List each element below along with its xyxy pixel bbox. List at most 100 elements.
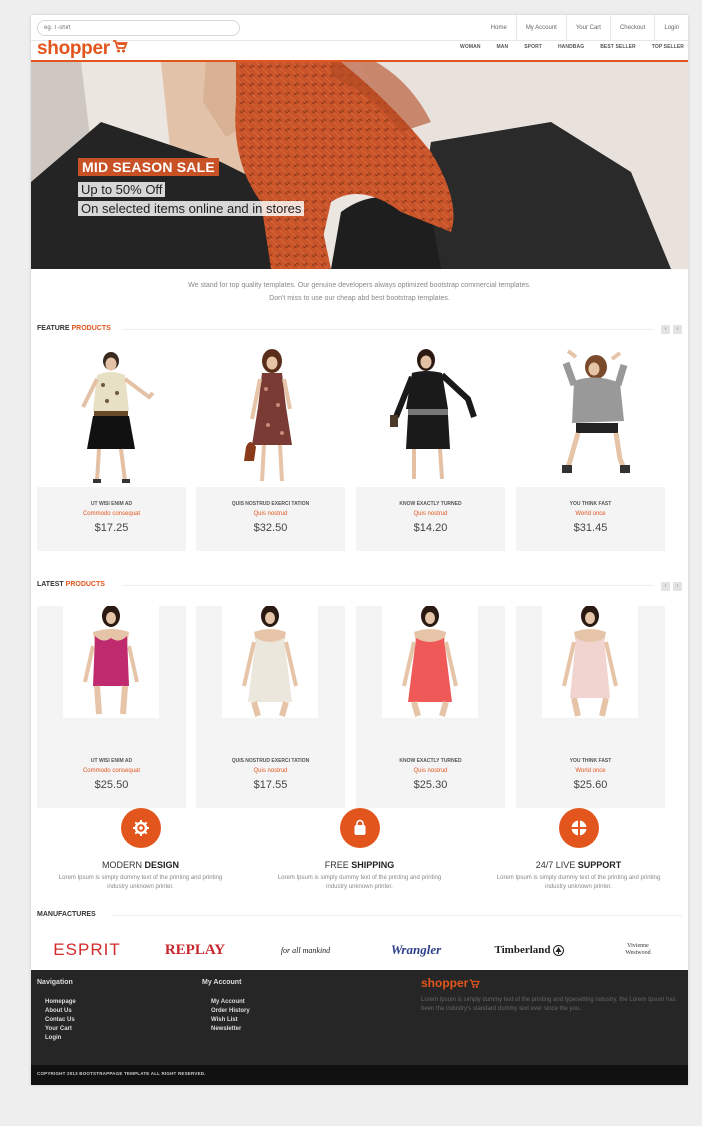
product-card[interactable]: QUIS NOSTRUD EXERCI TATION Quis nostrud … — [196, 349, 345, 551]
featured-next-button[interactable]: › — [673, 325, 682, 334]
footer-account-list: My Account Order History Wish List Newsl… — [211, 998, 250, 1034]
product-subtitle: World once — [575, 768, 606, 774]
product-subtitle: Commodo consequat — [82, 511, 141, 517]
product-image — [356, 606, 505, 744]
product-info: QUIS NOSTRUD EXERCI TATION Quis nostrud … — [196, 487, 345, 551]
feature-free-shipping: FREE SHIPPING Lorem Ipsum is simply dumm… — [250, 808, 469, 892]
bag-icon — [354, 819, 365, 835]
main-nav: WOMAN MAN SPORT HANDBAG BEST SELLER TOP … — [444, 44, 684, 50]
footer-link-contact-us[interactable]: Contac Us — [45, 1016, 76, 1025]
product-image — [196, 606, 345, 744]
product-name[interactable]: UT WISI ENIM AD — [37, 758, 186, 764]
feature-title: FREE SHIPPING — [250, 860, 469, 870]
footer-link-login[interactable]: Login — [45, 1034, 76, 1043]
footer-link-homepage[interactable]: Homepage — [45, 998, 76, 1007]
product-subtitle: Quis nostrud — [413, 511, 448, 517]
footer-account-title: My Account — [202, 979, 242, 986]
top-bar: Home My Account Your Cart Checkout Login — [31, 15, 688, 41]
top-link-my-account[interactable]: My Account — [515, 15, 566, 41]
feature-title-bold: DESIGN — [144, 860, 180, 870]
manufactures-title: MANUFACTURES — [37, 911, 96, 918]
latest-section-title: LATEST PRODUCTS — [37, 581, 105, 588]
feature-title-bold: SHIPPING — [351, 860, 395, 870]
featured-prev-button[interactable]: ‹ — [661, 325, 670, 334]
product-price: $32.50 — [253, 522, 288, 534]
tagline: We stand for top quality templates. Our … — [31, 279, 688, 305]
nav-best-seller[interactable]: BEST SELLER — [600, 44, 636, 50]
product-name[interactable]: KNOW EXACTLY TURNED — [356, 758, 505, 764]
feature-title-plain: 24/7 LIVE — [535, 860, 576, 870]
product-name[interactable]: QUIS NOSTRUD EXERCI TATION — [196, 501, 345, 507]
product-name[interactable]: YOU THINK FAST — [516, 758, 665, 764]
page: Home My Account Your Cart Checkout Login… — [31, 15, 688, 1085]
latest-arrows: ‹ › — [658, 582, 682, 591]
product-image — [356, 349, 505, 487]
nav-handbag[interactable]: HANDBAG — [558, 44, 584, 50]
product-subtitle: Commodo consequat — [82, 768, 141, 774]
latest-prev-button[interactable]: ‹ — [661, 582, 670, 591]
feature-title: MODERN DESIGN — [31, 860, 250, 870]
footer-logo-text: shopper — [421, 976, 469, 990]
product-card[interactable]: UT WISI ENIM AD Commodo consequat $17.25 — [37, 349, 186, 551]
nav-man[interactable]: MAN — [497, 44, 509, 50]
featured-grid: UT WISI ENIM AD Commodo consequat $17.25… — [37, 349, 682, 551]
nav-woman[interactable]: WOMAN — [460, 44, 481, 50]
feature-title-plain: FREE — [324, 860, 349, 870]
footer-link-your-cart[interactable]: Your Cart — [45, 1025, 76, 1034]
footer-link-newsletter[interactable]: Newsletter — [211, 1025, 250, 1034]
brand-wrangler-logo: Wrangler — [390, 942, 442, 957]
footer-link-wish-list[interactable]: Wish List — [211, 1016, 250, 1025]
product-price: $14.20 — [413, 522, 448, 534]
top-links: Home My Account Your Cart Checkout Login — [482, 15, 688, 41]
footer-logo[interactable]: shopper — [421, 976, 481, 990]
product-info: YOU THINK FAST World once $25.60 — [516, 744, 665, 808]
brand-esprit[interactable]: ESPRIT — [37, 937, 137, 963]
nav-top-seller[interactable]: TOP SELLER — [652, 44, 684, 50]
latest-rule — [123, 585, 653, 586]
brand-replay[interactable]: REPLAY — [145, 937, 245, 963]
product-subtitle: Quis nostrud — [253, 768, 288, 774]
brand-vivienne-westwood[interactable]: Vivienne Westwood — [593, 937, 683, 963]
product-name[interactable]: QUIS NOSTRUD EXERCI TATION — [196, 758, 345, 764]
product-info: YOU THINK FAST World once $31.45 — [516, 487, 665, 551]
featured-title-highlight: PRODUCTS — [71, 325, 111, 332]
product-card[interactable]: YOU THINK FAST World once $25.60 — [516, 606, 665, 808]
brand-wrangler[interactable]: Wrangler — [366, 937, 466, 963]
hero-banner[interactable]: MID SEASON SALE Up to 50% Off On selecte… — [31, 62, 688, 269]
product-card[interactable]: KNOW EXACTLY TURNED Quis nostrud $14.20 — [356, 349, 505, 551]
product-price: $25.50 — [94, 779, 129, 791]
brand-for-all-mankind[interactable]: for all mankind — [253, 937, 358, 963]
copyright-text: COPYRIGHT 2013 BOOTSTRAPPAGE TEMPLATE AL… — [37, 1071, 206, 1076]
product-image — [516, 606, 665, 744]
latest-next-button[interactable]: › — [673, 582, 682, 591]
feature-icon-circle — [339, 808, 380, 848]
top-link-your-cart[interactable]: Your Cart — [565, 15, 610, 41]
brand-replay-logo: REPLAY — [164, 941, 226, 958]
top-link-home[interactable]: Home — [482, 15, 516, 41]
feature-icon-circle — [558, 808, 599, 848]
product-name[interactable]: KNOW EXACTLY TURNED — [356, 501, 505, 507]
logo[interactable]: shopper — [37, 38, 128, 60]
nav-sport[interactable]: SPORT — [524, 44, 542, 50]
product-image — [196, 349, 345, 487]
product-name[interactable]: YOU THINK FAST — [516, 501, 665, 507]
footer-link-about-us[interactable]: About Us — [45, 1007, 76, 1016]
product-card[interactable]: QUIS NOSTRUD EXERCI TATION Quis nostrud … — [196, 606, 345, 808]
brand-timberland[interactable]: Timberland — [474, 937, 584, 963]
product-subtitle: World once — [575, 511, 606, 517]
product-name[interactable]: UT WISI ENIM AD — [37, 501, 186, 507]
product-card[interactable]: KNOW EXACTLY TURNED Quis nostrud $25.30 — [356, 606, 505, 808]
product-card[interactable]: YOU THINK FAST World once $31.45 — [516, 349, 665, 551]
product-card[interactable]: UT WISI ENIM AD Commodo consequat $25.50 — [37, 606, 186, 808]
footer-link-order-history[interactable]: Order History — [211, 1007, 250, 1016]
footer-link-my-account[interactable]: My Account — [211, 998, 250, 1007]
top-link-checkout[interactable]: Checkout — [609, 15, 654, 41]
product-info: KNOW EXACTLY TURNED Quis nostrud $14.20 — [356, 487, 505, 551]
search-input[interactable] — [37, 20, 240, 36]
product-price: $31.45 — [573, 522, 608, 534]
top-link-login[interactable]: Login — [654, 15, 688, 41]
footer: Navigation Homepage About Us Contac Us Y… — [31, 970, 688, 1085]
product-info: UT WISI ENIM AD Commodo consequat $25.50 — [37, 744, 186, 808]
product-subtitle: Quis nostrud — [253, 511, 288, 517]
product-image — [516, 349, 665, 487]
